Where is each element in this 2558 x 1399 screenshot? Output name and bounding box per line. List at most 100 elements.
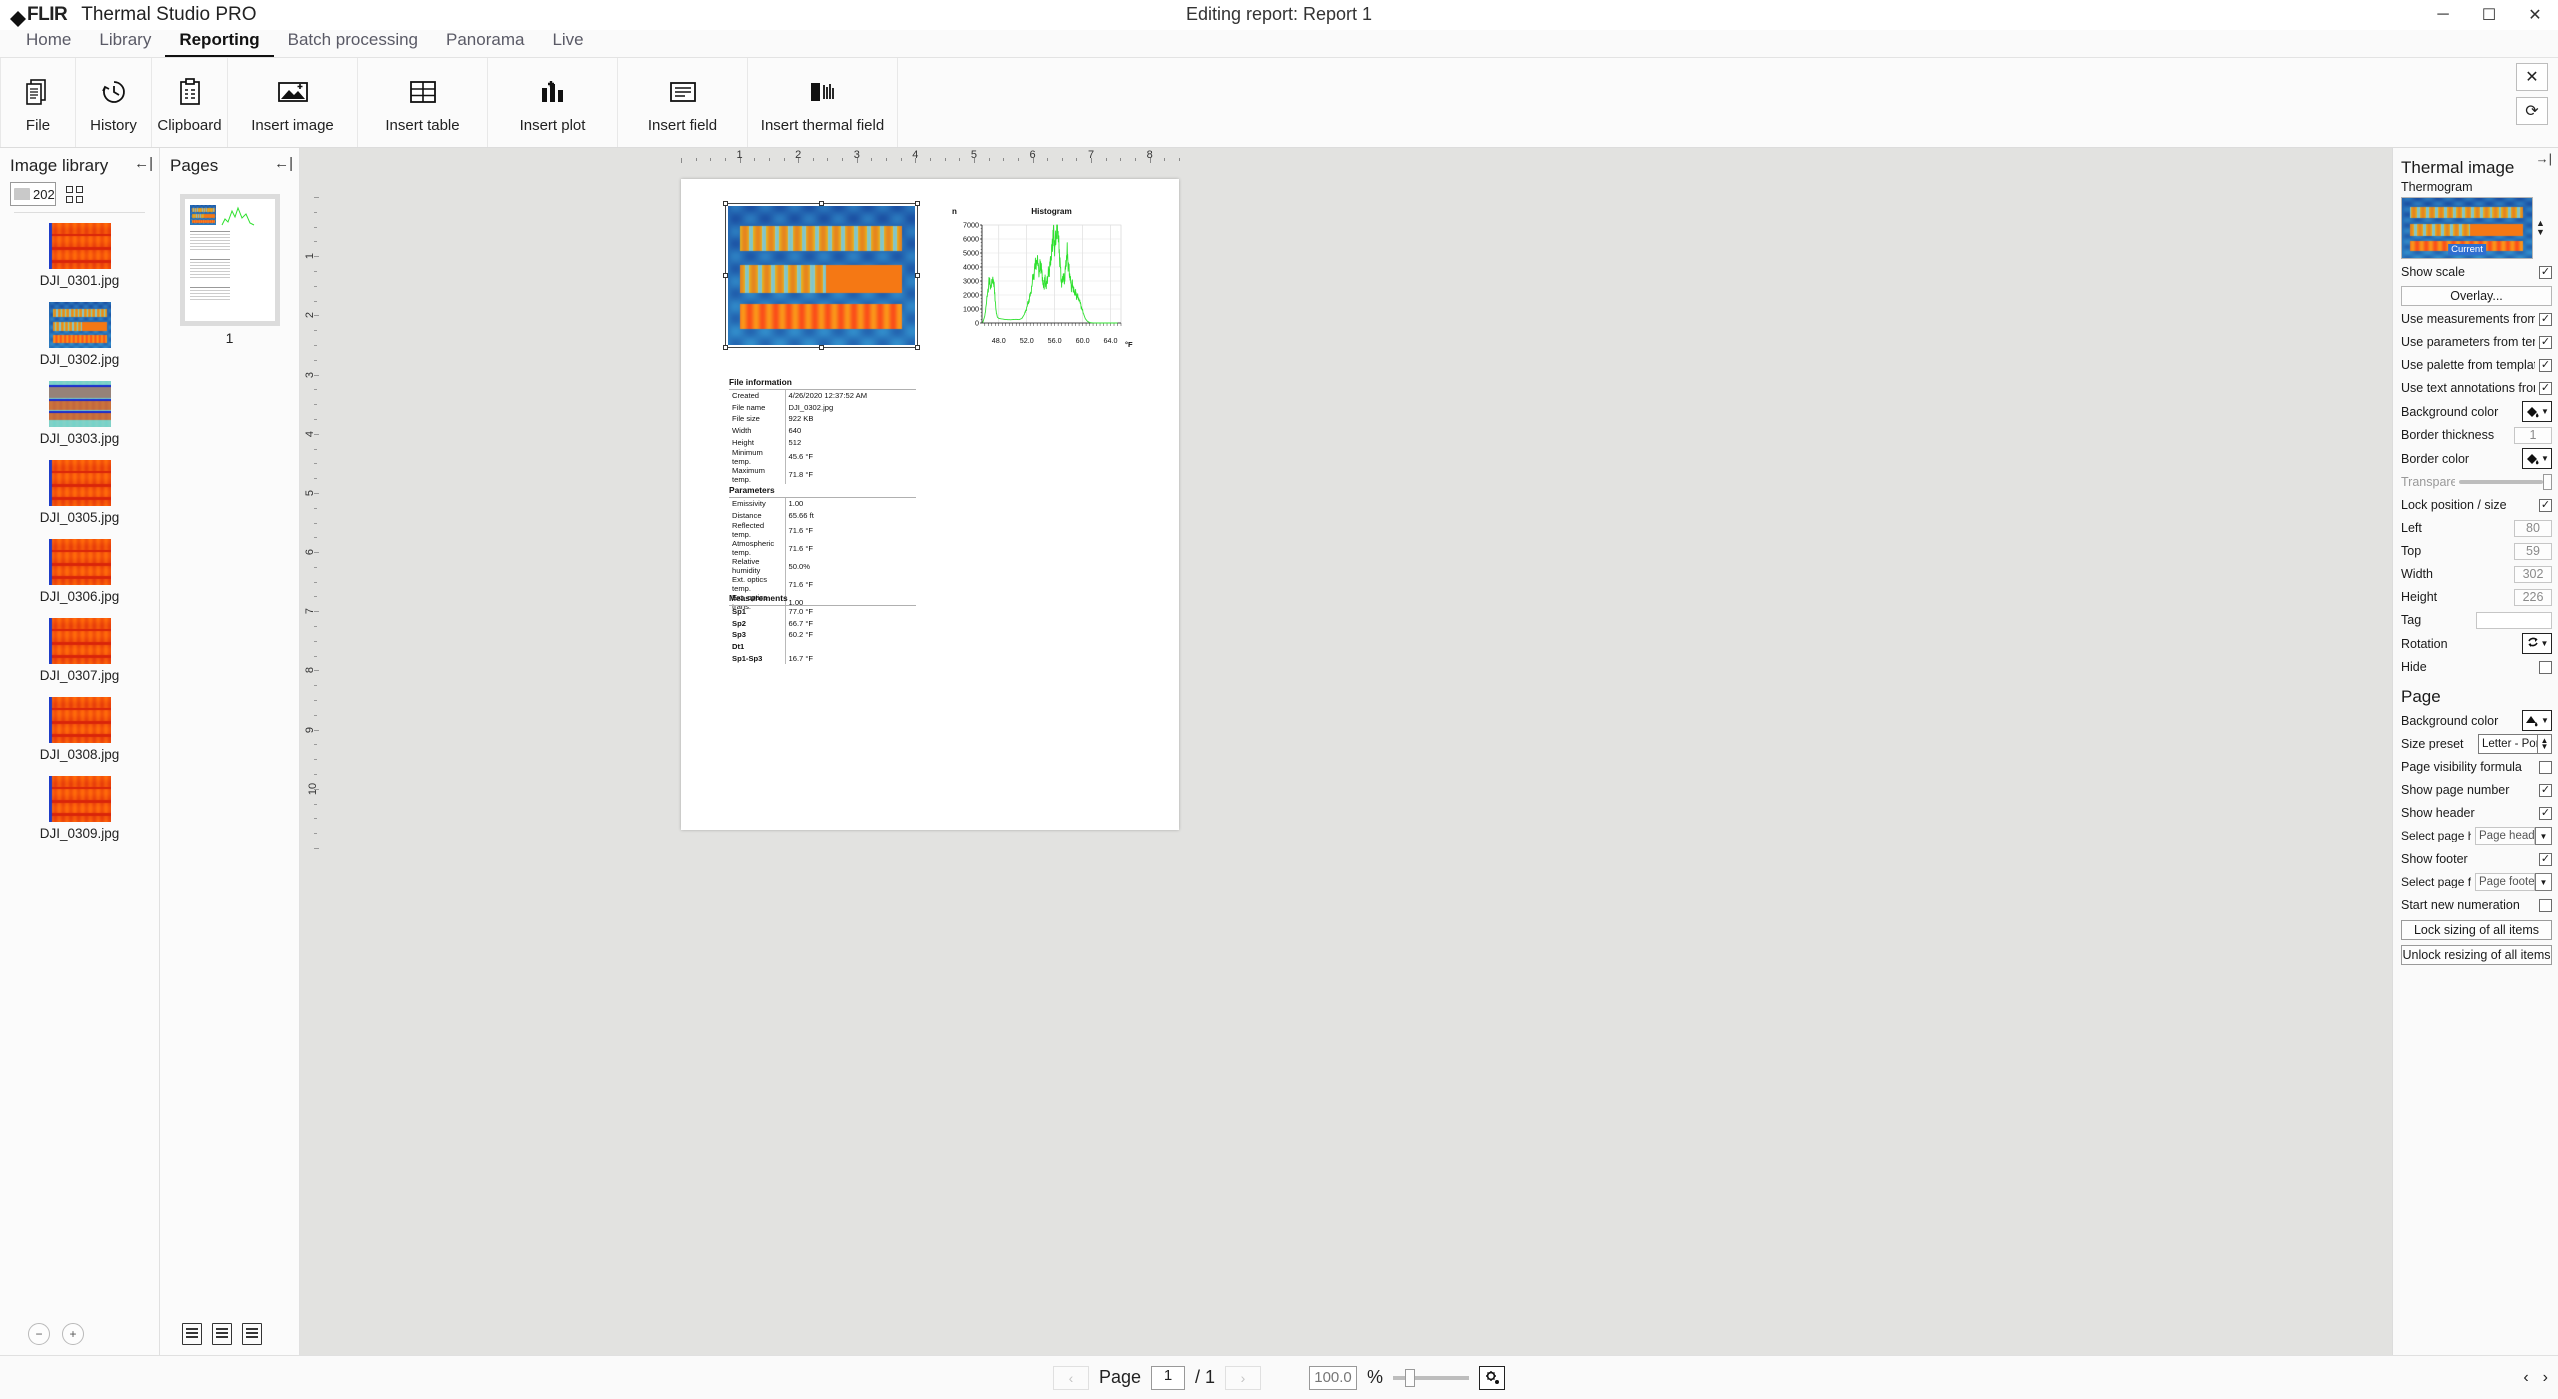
- show-scale-row[interactable]: Show scale ✓: [2401, 262, 2552, 282]
- chevron-down-icon[interactable]: ▼: [2535, 873, 2552, 891]
- border-thickness-input[interactable]: 1: [2514, 427, 2552, 444]
- add-page-icon[interactable]: [182, 1323, 202, 1345]
- zoom-input[interactable]: 100.0: [1309, 1366, 1357, 1390]
- image-library-item[interactable]: DJI_0301.jpg: [0, 223, 159, 288]
- left-input[interactable]: 80: [2514, 520, 2552, 537]
- thermogram-spinner[interactable]: ▲▼: [2536, 220, 2545, 236]
- ribbon-button-insert-plot[interactable]: Insert plot: [488, 58, 618, 147]
- image-thumbnail[interactable]: [49, 618, 111, 664]
- border-thickness-row[interactable]: Border thickness 1: [2401, 425, 2552, 445]
- page-visibility-formula-row[interactable]: Page visibility formula: [2401, 757, 2552, 777]
- use-parameters-checkbox[interactable]: ✓: [2539, 336, 2552, 349]
- tag-row[interactable]: Tag: [2401, 610, 2552, 630]
- thermogram-preview[interactable]: Current: [2401, 197, 2533, 259]
- height-input[interactable]: 226: [2514, 589, 2552, 606]
- border-color-row[interactable]: Border color ▼: [2401, 448, 2552, 469]
- ribbon-button-insert-thermal-field[interactable]: Insert thermal field: [748, 58, 898, 147]
- ribbon-button-history[interactable]: History: [76, 58, 152, 147]
- size-preset-spinner[interactable]: ▲▼: [2538, 734, 2552, 754]
- tab-reporting[interactable]: Reporting: [165, 27, 273, 57]
- border-color-button[interactable]: ▼: [2522, 448, 2552, 469]
- select-page-header-dropdown[interactable]: Page header ▼: [2475, 827, 2552, 845]
- use-parameters-row[interactable]: Use parameters from tem ✓: [2401, 332, 2552, 352]
- use-text-annotations-checkbox[interactable]: ✓: [2539, 382, 2552, 395]
- close-button[interactable]: ✕: [2512, 0, 2558, 30]
- start-new-numeration-checkbox[interactable]: [2539, 899, 2552, 912]
- zoom-out-button[interactable]: −: [28, 1323, 50, 1345]
- tag-input[interactable]: [2476, 612, 2552, 629]
- image-thumbnail-list[interactable]: DJI_0301.jpg DJI_0302.jpg DJI_0303.jpg DJI_…: [0, 217, 159, 1315]
- page-options-icon[interactable]: [242, 1323, 262, 1345]
- chevron-down-icon[interactable]: ▼: [2535, 827, 2552, 845]
- status-next-button[interactable]: ›: [2543, 1369, 2548, 1387]
- use-palette-row[interactable]: Use palette from templat ✓: [2401, 355, 2552, 375]
- slider-thumb[interactable]: [2543, 474, 2552, 490]
- select-page-header-row[interactable]: Select page header Page header ▼: [2401, 826, 2552, 846]
- ribbon-button-insert-field[interactable]: Insert field: [618, 58, 748, 147]
- zoom-slider[interactable]: [1393, 1376, 1469, 1380]
- show-footer-row[interactable]: Show footer ✓: [2401, 849, 2552, 869]
- duplicate-page-icon[interactable]: [212, 1323, 232, 1345]
- lock-position-checkbox[interactable]: ✓: [2539, 499, 2552, 512]
- image-library-item[interactable]: DJI_0303.jpg: [0, 381, 159, 446]
- image-thumbnail[interactable]: [49, 776, 111, 822]
- select-page-footer-row[interactable]: Select page footer Page footer ▼: [2401, 872, 2552, 892]
- use-palette-checkbox[interactable]: ✓: [2539, 359, 2552, 372]
- maximize-button[interactable]: ☐: [2466, 0, 2512, 30]
- status-prev-button[interactable]: ‹: [2523, 1369, 2528, 1387]
- show-footer-checkbox[interactable]: ✓: [2539, 853, 2552, 866]
- report-canvas[interactable]: 12345678 12345678910 Hist: [300, 148, 2392, 1355]
- rotation-button[interactable]: ▼: [2522, 633, 2552, 654]
- hide-row[interactable]: Hide: [2401, 657, 2552, 677]
- image-thumbnail[interactable]: [49, 697, 111, 743]
- image-thumbnail[interactable]: [49, 223, 111, 269]
- image-thumbnail[interactable]: [49, 302, 111, 348]
- use-measurements-checkbox[interactable]: ✓: [2539, 313, 2552, 326]
- page-background-color-button[interactable]: ▼: [2522, 710, 2552, 731]
- page-thumbnail-item[interactable]: 1: [160, 180, 299, 346]
- transparency-row[interactable]: Transparen: [2401, 472, 2552, 492]
- background-color-row[interactable]: Background color ▼: [2401, 401, 2552, 422]
- image-library-item[interactable]: DJI_0308.jpg: [0, 697, 159, 762]
- image-library-item[interactable]: DJI_0306.jpg: [0, 539, 159, 604]
- image-library-item[interactable]: DJI_0307.jpg: [0, 618, 159, 683]
- minimize-button[interactable]: ─: [2420, 0, 2466, 30]
- report-thermal-image[interactable]: [728, 206, 915, 345]
- zoom-slider-thumb[interactable]: [1405, 1369, 1415, 1387]
- image-library-item[interactable]: DJI_0305.jpg: [0, 460, 159, 525]
- show-page-number-row[interactable]: Show page number ✓: [2401, 780, 2552, 800]
- image-library-item[interactable]: DJI_0309.jpg: [0, 776, 159, 841]
- ribbon-button-insert-table[interactable]: Insert table: [358, 58, 488, 147]
- show-page-number-checkbox[interactable]: ✓: [2539, 784, 2552, 797]
- use-measurements-row[interactable]: Use measurements from ✓: [2401, 309, 2552, 329]
- image-thumbnail[interactable]: [49, 460, 111, 506]
- page-visibility-formula-checkbox[interactable]: [2539, 761, 2552, 774]
- collapse-left-icon[interactable]: ←|: [134, 156, 153, 171]
- width-row[interactable]: Width 302: [2401, 564, 2552, 584]
- size-preset-select[interactable]: Letter - Port ▲▼: [2478, 734, 2552, 754]
- histogram-plot[interactable]: Histogramn°F48.052.056.060.064.001000200…: [946, 203, 1133, 355]
- overlay-button[interactable]: Overlay...: [2401, 286, 2552, 306]
- background-color-button[interactable]: ▼: [2522, 401, 2552, 422]
- report-page[interactable]: Histogramn°F48.052.056.060.064.001000200…: [681, 179, 1179, 830]
- image-thumbnail[interactable]: [49, 539, 111, 585]
- hide-checkbox[interactable]: [2539, 661, 2552, 674]
- folder-selector[interactable]: 202: [10, 182, 56, 206]
- tab-batch-processing[interactable]: Batch processing: [274, 27, 432, 57]
- page-thumbnail[interactable]: [180, 194, 280, 326]
- page-background-color-row[interactable]: Background color ▼: [2401, 710, 2552, 731]
- image-library-item[interactable]: DJI_0302.jpg: [0, 302, 159, 367]
- grid-view-icon[interactable]: [66, 186, 83, 203]
- transparency-slider[interactable]: [2459, 474, 2552, 490]
- zoom-in-button[interactable]: +: [62, 1323, 84, 1345]
- collapse-left-icon[interactable]: ←|: [274, 156, 293, 171]
- select-page-footer-dropdown[interactable]: Page footer ▼: [2475, 873, 2552, 891]
- page-number-input[interactable]: 1: [1151, 1366, 1185, 1390]
- use-text-annotations-row[interactable]: Use text annotations fron ✓: [2401, 378, 2552, 398]
- show-header-checkbox[interactable]: ✓: [2539, 807, 2552, 820]
- next-page-button[interactable]: ›: [1225, 1366, 1261, 1390]
- lock-position-row[interactable]: Lock position / size ✓: [2401, 495, 2552, 515]
- image-thumbnail[interactable]: [49, 381, 111, 427]
- show-header-row[interactable]: Show header ✓: [2401, 803, 2552, 823]
- start-new-numeration-row[interactable]: Start new numeration: [2401, 895, 2552, 915]
